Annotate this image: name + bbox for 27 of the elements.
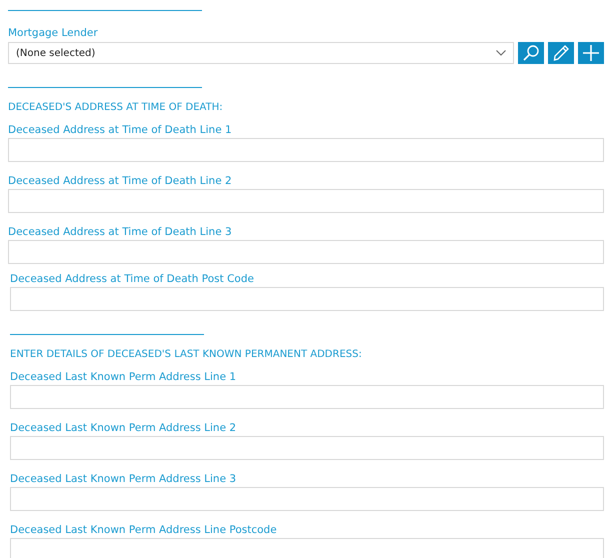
input-field[interactable]	[8, 240, 604, 264]
input-field[interactable]	[8, 138, 604, 162]
input-field[interactable]	[10, 436, 604, 460]
input-field[interactable]	[10, 487, 604, 511]
field-label: Deceased Last Known Perm Address Line Postcode	[10, 523, 278, 537]
field-label: Deceased Address at Time of Death Line 1	[8, 123, 233, 137]
section-heading: ENTER DETAILS OF DECEASED'S LAST KNOWN PERMANENT ADDRESS:	[10, 348, 363, 362]
search-button[interactable]	[518, 42, 544, 64]
search-icon	[523, 45, 539, 61]
input-field[interactable]	[10, 287, 604, 311]
pencil-icon	[553, 45, 569, 61]
field-label: Deceased Address at Time of Death Post Code	[10, 272, 255, 286]
chevron-down-icon	[496, 50, 506, 56]
lender-dropdown[interactable]: (None selected)	[8, 42, 514, 64]
section-heading: DECEASED'S ADDRESS AT TIME OF DEATH:	[8, 101, 224, 115]
field-label: Mortgage Lender	[8, 26, 99, 40]
input-field[interactable]	[10, 538, 604, 558]
field-label: Deceased Last Known Perm Address Line 2	[10, 421, 238, 435]
field-label: Deceased Address at Time of Death Line 3	[8, 225, 233, 239]
plus-icon	[583, 45, 599, 61]
edit-button[interactable]	[548, 42, 574, 64]
add-button[interactable]	[578, 42, 604, 64]
field-label: Deceased Last Known Perm Address Line 1	[10, 370, 238, 384]
input-field[interactable]	[10, 385, 604, 409]
input-field[interactable]	[8, 189, 604, 213]
field-label: Deceased Last Known Perm Address Line 3	[10, 472, 238, 486]
field-label: Deceased Address at Time of Death Line 2	[8, 174, 233, 188]
